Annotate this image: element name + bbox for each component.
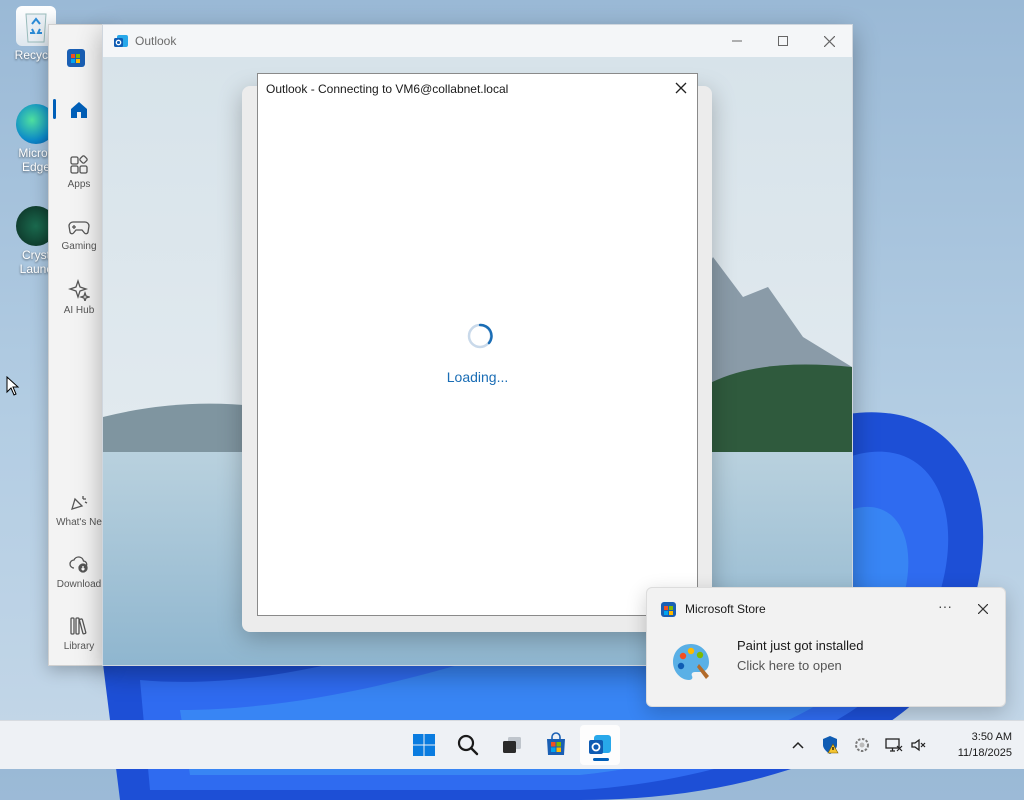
chevron-up-icon (792, 741, 804, 749)
connecting-dialog[interactable]: Outlook - Connecting to VM6@collabnet.lo… (257, 73, 698, 616)
store-logo-icon (661, 602, 676, 617)
close-icon (823, 35, 835, 47)
toast-title: Paint just got installed (737, 638, 864, 653)
nav-library[interactable]: Library (49, 615, 109, 652)
nav-downloads[interactable]: Download (49, 553, 109, 590)
clock-time: 3:50 AM (971, 731, 1012, 743)
taskbar-clock[interactable]: 3:50 AM 11/18/2025 (936, 729, 1012, 761)
nav-label: Gaming (61, 241, 97, 252)
minimize-button[interactable] (714, 25, 760, 57)
paint-palette-icon (673, 644, 709, 680)
maximize-icon (778, 36, 788, 46)
active-app-indicator (593, 758, 609, 761)
settings-gear-icon (855, 738, 869, 752)
taskbar-microsoft-store[interactable] (536, 725, 576, 765)
store-logo-icon (67, 49, 85, 67)
dialog-title: Outlook - Connecting to VM6@collabnet.lo… (266, 82, 509, 96)
taskbar: 3:50 AM 11/18/2025 (0, 720, 1024, 769)
window-title: Outlook (135, 34, 177, 48)
nav-label: Library (63, 641, 95, 652)
start-icon (413, 734, 435, 756)
loading-spinner-icon (467, 323, 493, 349)
home-icon (71, 102, 87, 118)
search-button[interactable] (448, 725, 488, 765)
nav-label: AI Hub (63, 305, 95, 316)
minimize-icon (732, 40, 742, 42)
outlook-titlebar[interactable]: Outlook (103, 25, 852, 57)
microsoft-store-icon (547, 732, 565, 755)
tray-app-icon[interactable] (850, 733, 874, 757)
network-tray[interactable] (882, 733, 906, 757)
toast-close-button[interactable] (973, 600, 993, 618)
loading-text: Loading... (446, 369, 509, 385)
nav-label: What's Ne (56, 517, 102, 528)
close-icon (978, 604, 988, 614)
volume-muted-icon (911, 738, 926, 752)
maximize-button[interactable] (760, 25, 806, 57)
gamepad-icon (68, 221, 90, 235)
nav-ai-hub[interactable]: AI Hub (49, 279, 109, 316)
search-icon (457, 734, 479, 756)
store-notification-toast[interactable]: Microsoft Store ··· Paint just got insta… (646, 587, 1006, 707)
start-button[interactable] (404, 725, 444, 765)
bell-sparkle-icon (71, 496, 88, 510)
cloud-download-icon (69, 556, 88, 573)
sparkle-icon (68, 279, 90, 301)
nav-whats-new[interactable]: What's Ne (49, 493, 109, 528)
task-view-button[interactable] (492, 725, 532, 765)
clock-date: 11/18/2025 (957, 747, 1012, 759)
show-hidden-icons-button[interactable] (786, 733, 810, 757)
network-icon (885, 738, 903, 752)
nav-label: Apps (67, 179, 91, 190)
shield-warning-icon (823, 736, 839, 754)
nav-gaming[interactable]: Gaming (49, 217, 109, 252)
outlook-icon (589, 735, 611, 754)
mouse-cursor-icon (6, 376, 20, 396)
nav-label: Download (56, 579, 102, 590)
volume-tray[interactable] (907, 733, 931, 757)
nav-apps[interactable]: Apps (49, 155, 109, 190)
nav-home[interactable] (49, 99, 109, 125)
outlook-icon (114, 35, 128, 47)
task-view-icon (503, 737, 521, 753)
close-button[interactable] (806, 25, 852, 57)
microsoft-store-window[interactable]: Apps Gaming AI Hub What's Ne Download Li… (48, 24, 110, 666)
dialog-close-button[interactable] (671, 78, 691, 98)
toast-more-button[interactable]: ··· (933, 598, 957, 618)
library-icon (70, 617, 87, 635)
toast-app-name: Microsoft Store (685, 602, 766, 616)
close-icon (675, 82, 687, 94)
windows-security-tray[interactable] (818, 733, 842, 757)
apps-icon (70, 155, 88, 174)
toast-subtitle: Click here to open (737, 658, 842, 673)
